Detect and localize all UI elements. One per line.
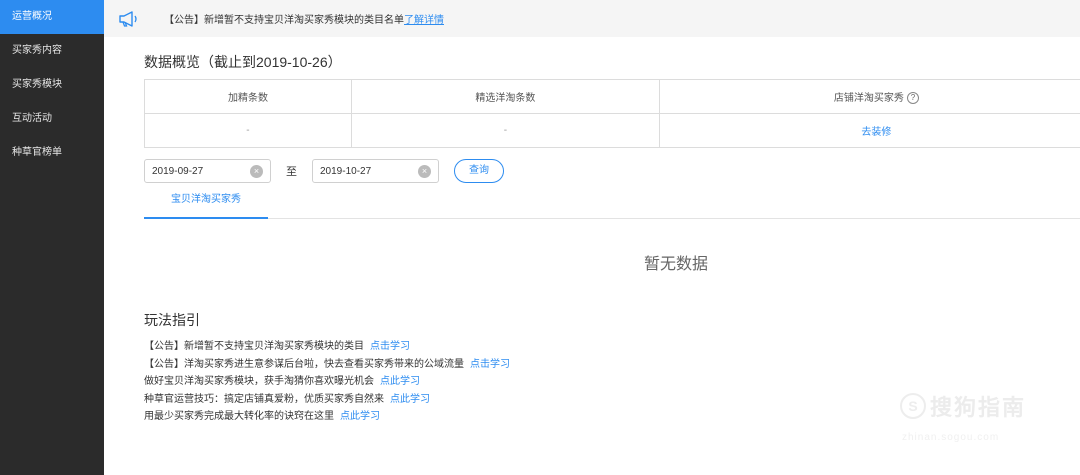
watermark-text: 搜狗指南 xyxy=(930,395,1027,420)
sidebar: 运营概况 买家秀内容 买家秀模块 互动活动 种草官榜单 xyxy=(0,0,104,475)
guide-title: 玩法指引 xyxy=(144,312,200,328)
tab-item-buyer-show[interactable]: 宝贝洋淘买家秀 xyxy=(144,186,268,219)
tab-bar: 宝贝洋淘买家秀 xyxy=(144,186,1080,219)
date-filter: 2019-09-27 × 至 2019-10-27 × 查询 xyxy=(144,159,504,183)
guide-item-text: 【公告】新增暂不支持宝贝洋淘买家秀模块的类目 xyxy=(144,341,364,352)
column-header-selected-count: 精选洋淘条数 xyxy=(350,79,660,114)
clear-icon[interactable]: × xyxy=(250,164,263,178)
notice-detail-link[interactable]: 了解详情 xyxy=(404,11,444,26)
watermark: S 搜狗指南 xyxy=(900,390,1026,422)
featured-count-value: - xyxy=(144,113,352,148)
column-header-label: 店铺洋淘买家秀 xyxy=(833,92,904,104)
guide-list: 【公告】新增暂不支持宝贝洋淘买家秀模块的类目 点击学习 【公告】洋淘买家秀进生意参… xyxy=(144,337,510,425)
guide-item: 【公告】洋淘买家秀进生意参谋后台啦，快去查看买家秀带来的公域流量 点击学习 xyxy=(144,355,510,373)
start-date-value: 2019-09-27 xyxy=(152,165,204,177)
guide-learn-link[interactable]: 点此学习 xyxy=(390,394,430,405)
guide-item-text: 【公告】洋淘买家秀进生意参谋后台啦，快去查看买家秀带来的公域流量 xyxy=(144,358,464,370)
guide-learn-link[interactable]: 点此学习 xyxy=(380,376,420,387)
megaphone-icon xyxy=(119,10,137,27)
guide-learn-link[interactable]: 点击学习 xyxy=(370,341,410,352)
sidebar-item-buyer-show-content[interactable]: 买家秀内容 xyxy=(0,34,104,68)
guide-item-text: 种草官运营技巧：搞定店铺真爱粉，优质买家秀自然来 xyxy=(144,393,384,405)
guide-item: 用最少买家秀完成最大转化率的诀窍在这里 点此学习 xyxy=(144,407,510,425)
selected-count-value: - xyxy=(350,113,660,148)
guide-item: 做好宝贝洋淘买家秀模块，获手淘猜你喜欢曝光机会 点此学习 xyxy=(144,372,510,390)
clear-icon[interactable]: × xyxy=(418,164,431,178)
sidebar-item-overview[interactable]: 运营概况 xyxy=(0,0,104,34)
guide-item: 【公告】新增暂不支持宝贝洋淘买家秀模块的类目 点击学习 xyxy=(144,337,510,355)
guide-item-text: 做好宝贝洋淘买家秀模块，获手淘猜你喜欢曝光机会 xyxy=(144,376,374,387)
notice-bar: 【公告】新增暂不支持宝贝洋淘买家秀模块的类目名单 了解详情 xyxy=(104,0,1080,37)
notice-text: 【公告】新增暂不支持宝贝洋淘买家秀模块的类目名单 xyxy=(164,15,404,26)
sidebar-item-recommender-ranking[interactable]: 种草官榜单 xyxy=(0,136,104,170)
sidebar-item-buyer-show-module[interactable]: 买家秀模块 xyxy=(0,68,104,102)
guide-item-text: 用最少买家秀完成最大转化率的诀窍在这里 xyxy=(144,411,334,422)
column-header-featured-count: 加精条数 xyxy=(144,79,352,114)
watermark-logo-icon: S xyxy=(900,393,926,419)
query-button[interactable]: 查询 xyxy=(454,159,504,183)
guide-learn-link[interactable]: 点此学习 xyxy=(340,411,380,422)
end-date-value: 2019-10-27 xyxy=(320,165,372,177)
sidebar-item-interactive-activity[interactable]: 互动活动 xyxy=(0,102,104,136)
empty-state: 暂无数据 xyxy=(644,256,709,273)
help-icon[interactable]: ? xyxy=(906,92,919,105)
overview-table: 加精条数 精选洋淘条数 店铺洋淘买家秀? - - 去装修 xyxy=(144,79,1080,148)
guide-learn-link[interactable]: 点击学习 xyxy=(470,359,510,370)
guide-item: 种草官运营技巧：搞定店铺真爱粉，优质买家秀自然来 点此学习 xyxy=(144,390,510,408)
date-range-separator: 至 xyxy=(286,166,297,178)
column-header-store-buyer-show: 店铺洋淘买家秀? xyxy=(658,79,1080,114)
end-date-input[interactable]: 2019-10-27 × xyxy=(312,159,439,183)
start-date-input[interactable]: 2019-09-27 × xyxy=(144,159,271,183)
go-decorate-link[interactable]: 去装修 xyxy=(658,113,1080,148)
watermark-url: zhinan.sogou.com xyxy=(902,432,1000,443)
overview-title: 数据概览（截止到2019-10-26） xyxy=(144,54,342,70)
